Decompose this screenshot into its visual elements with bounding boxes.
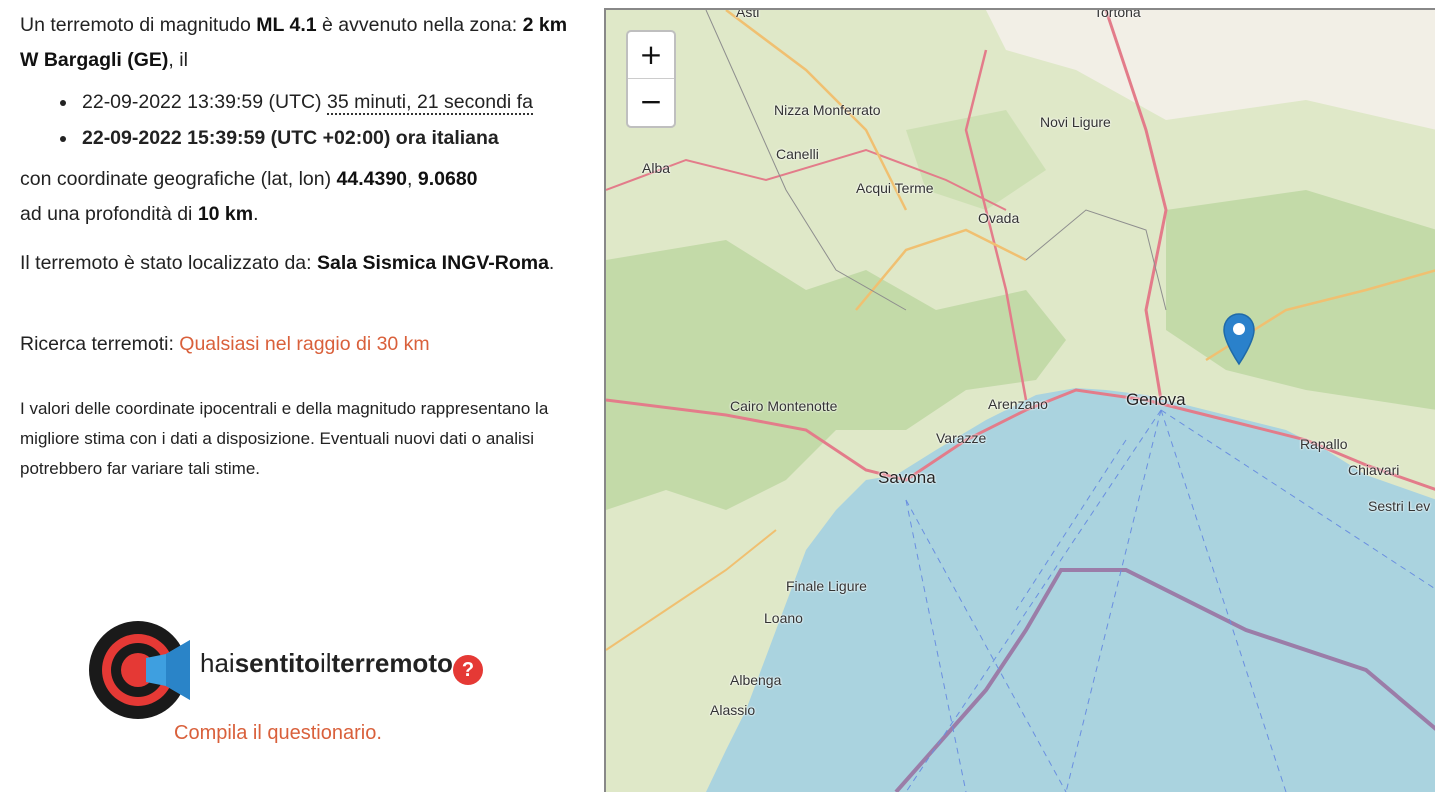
logo-terremoto: terremoto xyxy=(331,648,453,678)
coordinates-text: con coordinate geografiche (lat, lon) 44… xyxy=(20,162,580,232)
local-time-item: 22-09-2022 15:39:59 (UTC +02:00) ora ita… xyxy=(60,120,580,156)
survey-link[interactable]: Compila il questionario. xyxy=(174,722,382,745)
utc-time-item: 22-09-2022 13:39:59 (UTC) 35 minuti, 21 … xyxy=(60,84,580,120)
logo-il: il xyxy=(319,648,332,678)
map-label-ovada: Ovada xyxy=(978,210,1020,226)
located-by-value: Sala Sismica INGV-Roma xyxy=(316,252,549,274)
time-list: 22-09-2022 13:39:59 (UTC) 35 minuti, 21 … xyxy=(20,84,580,156)
survey-logo[interactable]: haisentitoilterremoto xyxy=(88,620,508,720)
summary-text: è avvenuto nella zona: xyxy=(316,14,523,36)
magnitude-value: ML 4.1 xyxy=(256,14,317,36)
event-summary: Un terremoto di magnitudo ML 4.1 è avven… xyxy=(20,8,580,78)
search-row: Ricerca terremoti: Qualsiasi nel raggio … xyxy=(20,327,580,362)
depth-label: ad una profondità di xyxy=(20,203,198,225)
event-info: Un terremoto di magnitudo ML 4.1 è avven… xyxy=(20,8,580,484)
zoom-in-button[interactable]: + xyxy=(628,32,674,79)
summary-text: Un terremoto di magnitudo xyxy=(20,14,257,36)
target-speaker-icon xyxy=(89,621,190,719)
summary-text: , il xyxy=(168,49,188,71)
utc-time: 22-09-2022 13:39:59 (UTC) xyxy=(82,91,322,113)
search-label: Ricerca terremoti: xyxy=(20,333,180,355)
logo-hai: hai xyxy=(200,648,235,678)
logo-sentito: sentito xyxy=(234,648,320,678)
located-post: . xyxy=(548,252,555,274)
coord-sep: , xyxy=(407,168,418,190)
map-label-finale: Finale Ligure xyxy=(786,578,867,594)
map-label-rapallo: Rapallo xyxy=(1300,436,1348,452)
coord-label: con coordinate geografiche (lat, lon) xyxy=(20,168,337,190)
located-label: Il terremoto è stato localizzato da: xyxy=(20,252,317,274)
map-label-alassio: Alassio xyxy=(710,702,756,718)
disclaimer-text: I valori delle coordinate ipocentrali e … xyxy=(20,399,549,478)
map-label-alba: Alba xyxy=(642,160,671,176)
local-time: 22-09-2022 15:39:59 (UTC +02:00) ora ita… xyxy=(82,127,499,149)
map-label-varazze: Varazze xyxy=(936,430,987,446)
time-ago: 35 minuti, 21 secondi fa xyxy=(326,91,533,115)
logo-wordmark: haisentitoilterremoto xyxy=(200,648,453,679)
map-label-canelli: Canelli xyxy=(776,146,819,162)
map-label-acqui: Acqui Terme xyxy=(856,180,934,196)
map-label-cairo: Cairo Montenotte xyxy=(730,398,838,414)
zoom-out-button[interactable]: − xyxy=(628,79,674,125)
located-by-text: Il terremoto è stato localizzato da: Sal… xyxy=(20,246,580,281)
map-label-albenga: Albenga xyxy=(730,672,782,688)
map-label-asti: Asti xyxy=(736,8,760,20)
map-label-genova: Genova xyxy=(1126,390,1186,409)
map-label-loano: Loano xyxy=(764,610,803,626)
map-label-arenzano: Arenzano xyxy=(988,396,1048,412)
help-icon[interactable]: ? xyxy=(453,655,483,685)
latitude-value: 44.4390 xyxy=(336,168,408,190)
depth-post: . xyxy=(253,203,259,225)
map-pin-icon[interactable] xyxy=(1222,312,1256,366)
longitude-value: 9.0680 xyxy=(417,168,478,190)
depth-value: 10 km xyxy=(197,203,254,225)
map-panel[interactable]: + − Asti Tortona Nizza Monferrato Novi L… xyxy=(604,8,1435,792)
search-radius-link[interactable]: Qualsiasi nel raggio di 30 km xyxy=(179,333,429,355)
map-label-savona: Savona xyxy=(878,468,936,487)
map-label-nizza: Nizza Monferrato xyxy=(774,102,881,118)
map-label-sestri: Sestri Lev xyxy=(1368,498,1431,514)
zoom-control[interactable]: + − xyxy=(626,30,676,128)
map-label-chiavari: Chiavari xyxy=(1348,462,1400,478)
map-label-tortona: Tortona xyxy=(1094,8,1141,20)
map-label-novi: Novi Ligure xyxy=(1040,114,1111,130)
